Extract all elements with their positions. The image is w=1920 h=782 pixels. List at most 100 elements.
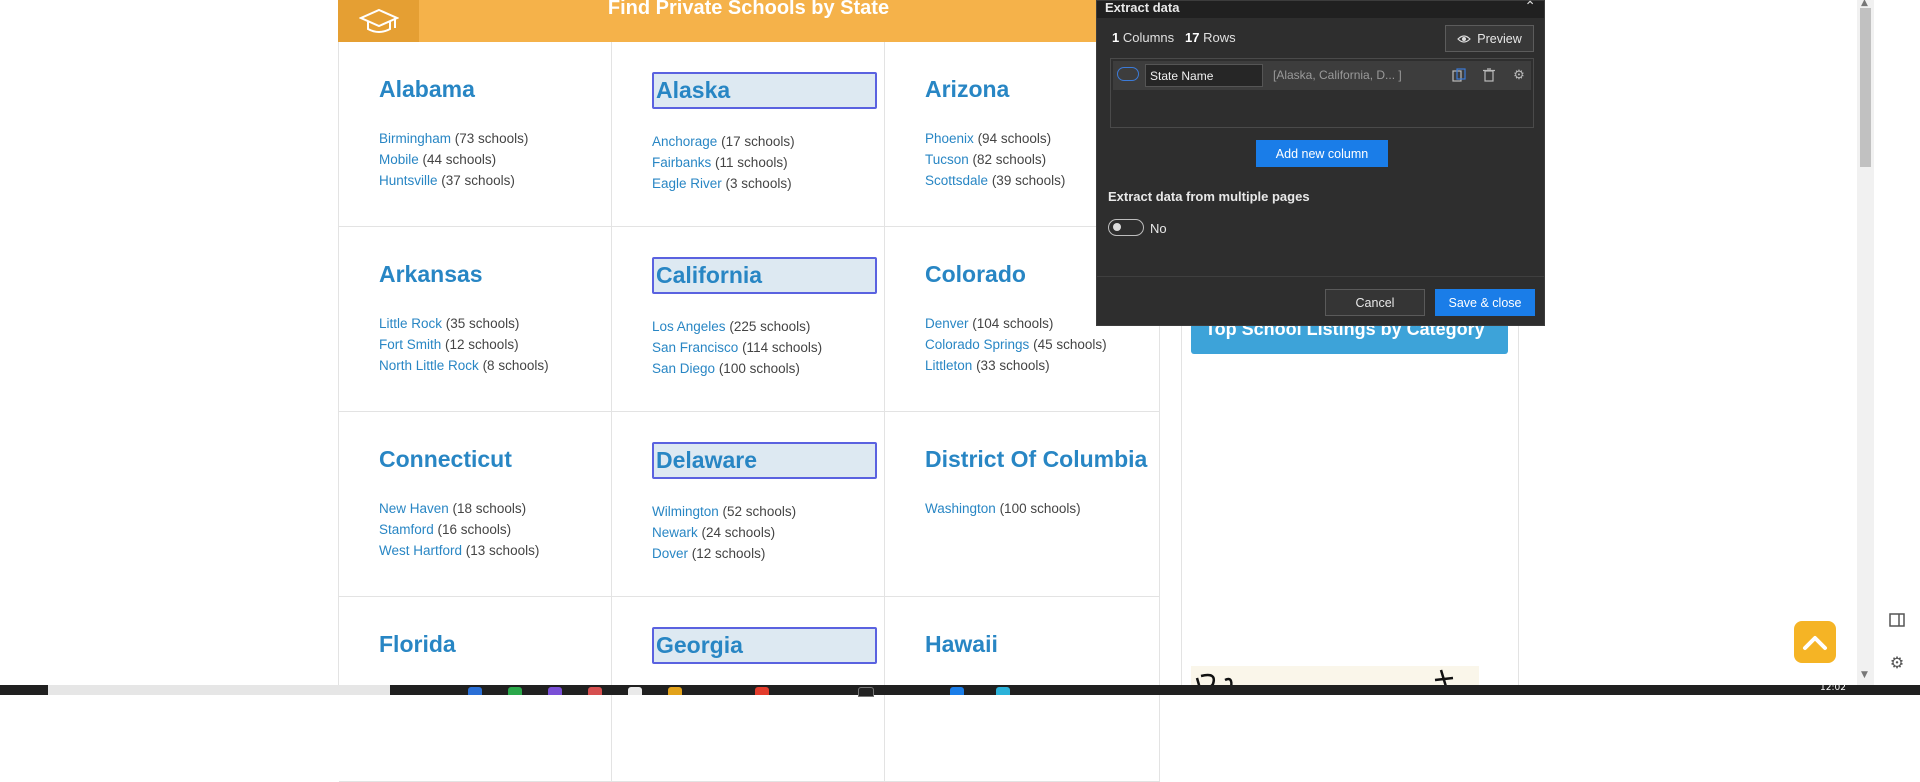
state-cell: District Of Columbia Washington (100 scho… bbox=[885, 412, 1160, 597]
city-link[interactable]: Phoenix bbox=[925, 131, 974, 146]
city-link[interactable]: Little Rock bbox=[379, 316, 442, 331]
state-name-link[interactable]: Alabama bbox=[379, 76, 475, 103]
save-and-close-button[interactable]: Save & close bbox=[1435, 289, 1535, 316]
city-link[interactable]: Anchorage bbox=[652, 134, 717, 149]
city-list: Anchorage (17 schools) Fairbanks (11 scho… bbox=[652, 131, 795, 194]
city-item: Huntsville (37 schools) bbox=[379, 170, 528, 191]
copy-column-icon[interactable] bbox=[1449, 65, 1469, 85]
city-list: Los Angeles (225 schools) San Francisco (… bbox=[652, 316, 822, 379]
school-count: (37 schools) bbox=[441, 173, 515, 188]
city-link[interactable]: San Francisco bbox=[652, 340, 738, 355]
taskbar-app-icon[interactable] bbox=[668, 687, 682, 695]
city-link[interactable]: Wilmington bbox=[652, 504, 719, 519]
school-count: (104 schools) bbox=[972, 316, 1054, 331]
taskbar-search-box[interactable] bbox=[48, 685, 390, 695]
toggle-knob bbox=[1113, 223, 1121, 231]
city-item: Colorado Springs (45 schools) bbox=[925, 334, 1107, 355]
school-count: (12 schools) bbox=[691, 546, 766, 561]
city-item: Birmingham (73 schools) bbox=[379, 128, 528, 149]
preview-button[interactable]: Preview bbox=[1445, 25, 1534, 52]
state-name-link[interactable]: District Of Columbia bbox=[925, 446, 1147, 473]
collapse-chevron-icon[interactable]: ⌃ bbox=[1524, 0, 1536, 15]
sidebar-toggle-icon[interactable] bbox=[1886, 609, 1908, 631]
school-count: (73 schools) bbox=[454, 131, 529, 146]
city-item: San Francisco (114 schools) bbox=[652, 337, 822, 358]
city-link[interactable]: Huntsville bbox=[379, 173, 438, 188]
multiple-pages-toggle[interactable] bbox=[1108, 219, 1144, 236]
trash-icon[interactable] bbox=[1479, 65, 1499, 85]
cancel-button[interactable]: Cancel bbox=[1325, 289, 1425, 316]
city-list: New Haven (18 schools) Stamford (16 schoo… bbox=[379, 498, 539, 561]
city-link[interactable]: Stamford bbox=[379, 522, 434, 537]
settings-gear-icon[interactable]: ⚙ bbox=[1886, 651, 1908, 673]
taskbar-app-icon[interactable] bbox=[588, 687, 602, 695]
selected-state-highlight[interactable]: Delaware bbox=[652, 442, 877, 479]
state-name-link[interactable]: Hawaii bbox=[925, 631, 998, 658]
city-link[interactable]: Fairbanks bbox=[652, 155, 711, 170]
city-link[interactable]: New Haven bbox=[379, 501, 449, 516]
city-item: Mobile (44 schools) bbox=[379, 149, 528, 170]
city-link[interactable]: Dover bbox=[652, 546, 688, 561]
school-count: (17 schools) bbox=[721, 134, 795, 149]
state-name-link[interactable]: Arizona bbox=[925, 76, 1009, 103]
selected-state-highlight[interactable]: California bbox=[652, 257, 877, 294]
state-name-link[interactable]: California bbox=[656, 262, 762, 289]
state-name-link[interactable]: Connecticut bbox=[379, 446, 512, 473]
city-link[interactable]: Eagle River bbox=[652, 176, 722, 191]
city-link[interactable]: Colorado Springs bbox=[925, 337, 1029, 352]
school-count: (33 schools) bbox=[976, 358, 1050, 373]
taskbar-app-icon[interactable] bbox=[508, 687, 522, 695]
city-link[interactable]: North Little Rock bbox=[379, 358, 479, 373]
add-new-column-button[interactable]: Add new column bbox=[1256, 140, 1388, 167]
city-link[interactable]: Fort Smith bbox=[379, 337, 441, 352]
column-settings-gear-icon[interactable]: ⚙ bbox=[1509, 65, 1529, 85]
city-link[interactable]: Birmingham bbox=[379, 131, 451, 146]
city-link[interactable]: Littleton bbox=[925, 358, 972, 373]
state-name-link[interactable]: Georgia bbox=[656, 632, 743, 659]
state-cell: Arkansas Little Rock (35 schools) Fort Smi… bbox=[339, 227, 612, 412]
selected-state-highlight[interactable]: Georgia bbox=[652, 627, 877, 664]
taskbar-app-icon[interactable] bbox=[950, 687, 964, 695]
banner-title: Find Private Schools by State bbox=[607, 0, 890, 19]
page-scrollbar[interactable]: ▲ ▼ bbox=[1857, 0, 1874, 685]
state-name-link[interactable]: Colorado bbox=[925, 261, 1026, 288]
taskbar-app-icon[interactable] bbox=[468, 687, 482, 695]
state-name-link[interactable]: Arkansas bbox=[379, 261, 483, 288]
scroll-to-top-button[interactable] bbox=[1794, 621, 1836, 663]
city-link[interactable]: Mobile bbox=[379, 152, 419, 167]
extract-data-panel: Extract data ⌃ 1 Columns 17 Rows Preview… bbox=[1096, 0, 1545, 326]
city-link[interactable]: West Hartford bbox=[379, 543, 462, 558]
columns-label: Columns bbox=[1122, 30, 1175, 45]
taskbar-app-icon[interactable] bbox=[996, 687, 1010, 695]
city-link[interactable]: Washington bbox=[925, 501, 996, 516]
city-item: Stamford (16 schools) bbox=[379, 519, 539, 540]
city-link[interactable]: San Diego bbox=[652, 361, 715, 376]
city-item: Tucson (82 schools) bbox=[925, 149, 1065, 170]
state-name-link[interactable]: Florida bbox=[379, 631, 456, 658]
state-grid: Alabama Birmingham (73 schools) Mobile (44… bbox=[338, 42, 1160, 782]
city-link[interactable]: Denver bbox=[925, 316, 969, 331]
taskbar-app-icon[interactable] bbox=[548, 687, 562, 695]
city-link[interactable]: Tucson bbox=[925, 152, 969, 167]
state-cell: Connecticut New Haven (18 schools) Stamfor… bbox=[339, 412, 612, 597]
city-item: Los Angeles (225 schools) bbox=[652, 316, 822, 337]
city-item: Washington (100 schools) bbox=[925, 498, 1081, 519]
panel-title-bar: Extract data ⌃ bbox=[1097, 0, 1544, 18]
scroll-up-arrow-icon[interactable]: ▲ bbox=[1861, 0, 1868, 8]
city-link[interactable]: Los Angeles bbox=[652, 319, 726, 334]
city-item: San Diego (100 schools) bbox=[652, 358, 822, 379]
column-name-input[interactable] bbox=[1145, 64, 1263, 87]
column-selector-icon[interactable] bbox=[1117, 67, 1139, 81]
city-link[interactable]: Scottsdale bbox=[925, 173, 988, 188]
city-link[interactable]: Newark bbox=[652, 525, 698, 540]
taskbar-app-icon[interactable] bbox=[628, 687, 642, 695]
state-name-link[interactable]: Alaska bbox=[656, 77, 730, 104]
taskbar-app-icon[interactable] bbox=[755, 687, 769, 695]
city-list: Birmingham (73 schools) Mobile (44 school… bbox=[379, 128, 528, 191]
school-count: (35 schools) bbox=[445, 316, 520, 331]
taskbar-app-icon[interactable] bbox=[858, 687, 874, 697]
state-name-link[interactable]: Delaware bbox=[656, 447, 757, 474]
scroll-down-arrow-icon[interactable]: ▼ bbox=[1861, 670, 1868, 680]
selected-state-highlight[interactable]: Alaska bbox=[652, 72, 877, 109]
scrollbar-thumb[interactable] bbox=[1860, 8, 1871, 167]
